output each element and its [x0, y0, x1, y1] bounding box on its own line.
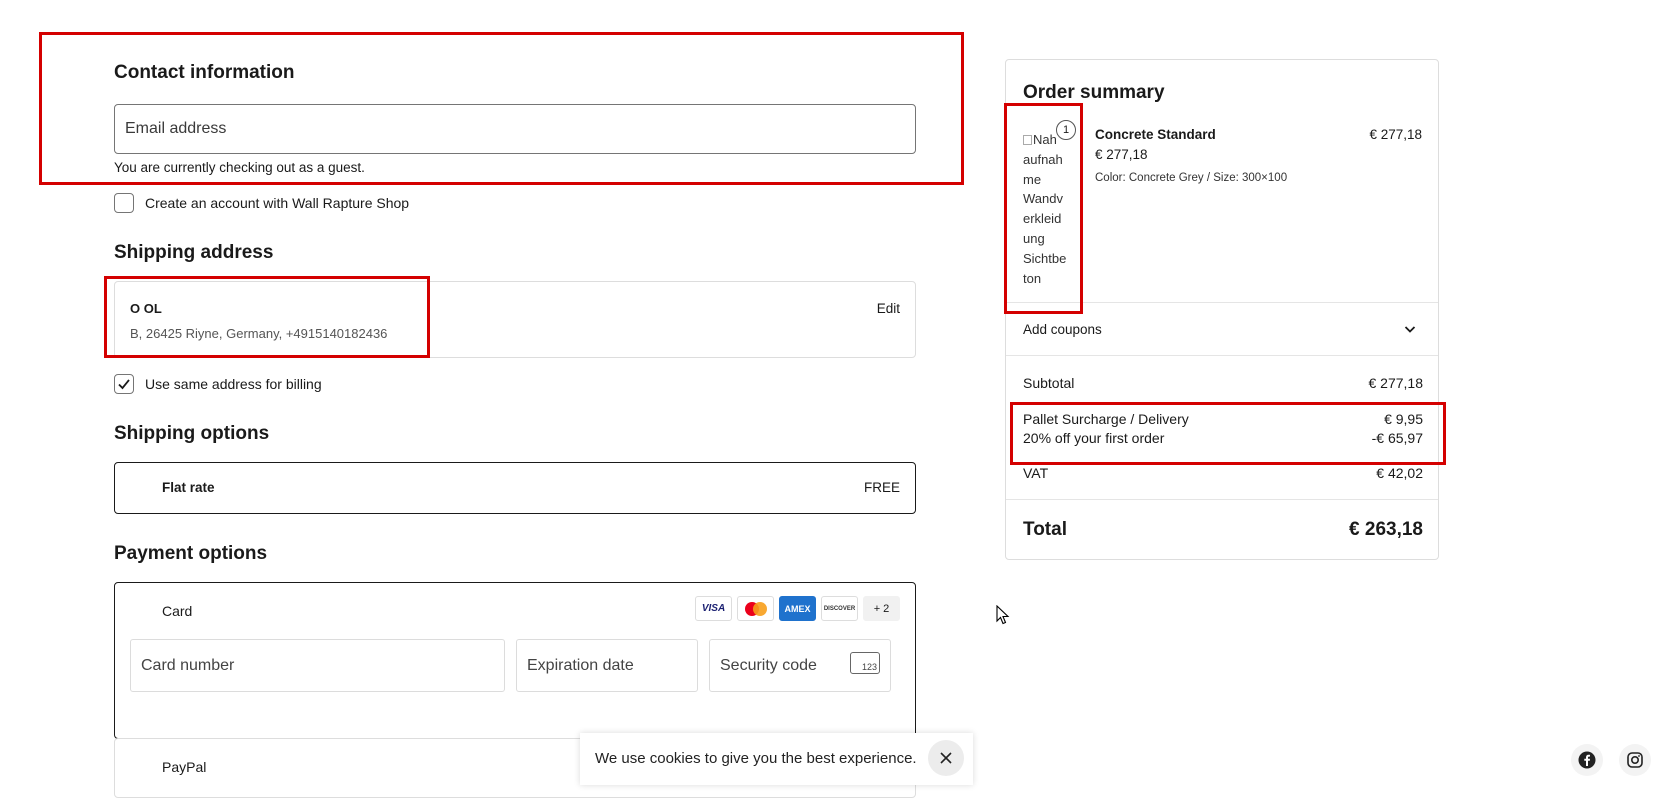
- product-image-alt-line: Wandv: [1023, 191, 1063, 207]
- divider: [1006, 355, 1438, 356]
- add-coupons-label: Add coupons: [1023, 321, 1102, 337]
- pallet-row: Pallet Surcharge / Delivery € 9,95: [1023, 411, 1423, 427]
- discover-icon: DISCOVER: [821, 596, 858, 621]
- more-cards-badge: + 2: [863, 596, 900, 621]
- cookie-banner: We use cookies to give you the best expe…: [580, 733, 973, 785]
- expiration-date-input[interactable]: Expiration date: [516, 639, 698, 692]
- shipping-options-title: Shipping options: [114, 423, 270, 444]
- card-number-placeholder: Card number: [141, 657, 235, 674]
- pallet-label: Pallet Surcharge / Delivery: [1023, 411, 1189, 427]
- payment-card-option[interactable]: Card VISA AMEX DISCOVER + 2 Card number …: [114, 582, 916, 739]
- product-image-alt-line: ton: [1023, 270, 1042, 286]
- contact-title: Contact information: [114, 62, 295, 83]
- subtotal-label: Subtotal: [1023, 375, 1075, 391]
- product-variant: Color: Concrete Grey / Size: 300×100: [1095, 172, 1288, 184]
- card-number-input[interactable]: Card number: [130, 639, 505, 692]
- chevron-down-icon: [1404, 326, 1416, 333]
- security-code-input[interactable]: Security code 123: [709, 639, 891, 692]
- shipping-address-card: O OL B, 26425 Riyne, Germany, +491514018…: [114, 281, 916, 358]
- facebook-link[interactable]: [1571, 744, 1603, 776]
- billing-same-label: Use same address for billing: [145, 376, 322, 392]
- product-line-price: € 277,18: [1369, 127, 1422, 142]
- cvc-icon-text: 123: [861, 662, 877, 672]
- expiration-placeholder: Expiration date: [527, 657, 634, 674]
- check-icon: [118, 379, 130, 390]
- instagram-icon: [1627, 752, 1643, 768]
- product-image-alt-line: Sichtbe: [1023, 250, 1067, 266]
- quantity-badge: 1: [1056, 120, 1076, 140]
- shipping-name: O OL: [130, 301, 162, 316]
- total-value: € 263,18: [1349, 519, 1423, 540]
- discount-value: -€ 65,97: [1371, 430, 1423, 446]
- shipping-method-price: FREE: [863, 480, 900, 495]
- product-image-alt-line: Nah: [1033, 132, 1057, 147]
- cvc-card-icon: 123: [850, 652, 880, 674]
- guest-note: You are currently checking out as a gues…: [114, 160, 365, 175]
- billing-same-checkbox[interactable]: [114, 374, 134, 394]
- cookie-message: We use cookies to give you the best expe…: [595, 750, 917, 767]
- product-image-alt-line: ung: [1023, 230, 1045, 246]
- divider: [1006, 499, 1438, 500]
- total-label: Total: [1023, 519, 1067, 540]
- vat-label: VAT: [1023, 465, 1049, 481]
- paypal-label: PayPal: [162, 759, 207, 775]
- discount-label: 20% off your first order: [1023, 430, 1165, 446]
- shipping-address-line: B, 26425 Riyne, Germany, +4915140182436: [130, 326, 388, 341]
- cookie-close-button[interactable]: [928, 740, 964, 776]
- security-placeholder: Security code: [720, 657, 817, 674]
- product-image-alt-line: erkleid: [1023, 211, 1062, 227]
- product-unit-price: € 277,18: [1095, 147, 1148, 162]
- vat-row: VAT € 42,02: [1023, 465, 1423, 481]
- visa-icon: VISA: [695, 596, 732, 621]
- card-label: Card: [162, 603, 193, 619]
- email-input[interactable]: Email address: [114, 104, 916, 154]
- pallet-value: € 9,95: [1384, 411, 1423, 427]
- product-image-alt-line: me: [1023, 171, 1042, 187]
- vat-value: € 42,02: [1376, 465, 1423, 481]
- create-account-checkbox[interactable]: [114, 193, 134, 213]
- add-coupons-toggle[interactable]: Add coupons: [1023, 303, 1423, 355]
- shipping-method-label: Flat rate: [162, 480, 215, 495]
- mastercard-icon: [737, 596, 774, 621]
- product-name: Concrete Standard: [1095, 127, 1216, 142]
- facebook-icon: [1578, 751, 1596, 769]
- shipping-option-flat-rate[interactable]: Flat rate FREE: [114, 462, 916, 514]
- total-row: Total € 263,18: [1023, 519, 1423, 541]
- payment-options-title: Payment options: [114, 543, 268, 564]
- edit-address-link[interactable]: Edit: [877, 301, 900, 316]
- mouse-cursor-icon: [996, 605, 1010, 625]
- subtotal-value: € 277,18: [1368, 375, 1424, 391]
- amex-icon: AMEX: [779, 596, 816, 621]
- close-icon: [940, 752, 952, 764]
- card-logos: VISA AMEX DISCOVER + 2: [695, 596, 900, 621]
- product-image-alt-line: aufnah: [1023, 151, 1063, 167]
- email-placeholder: Email address: [125, 120, 227, 137]
- broken-image-icon: [1023, 134, 1032, 145]
- product-image: Nah aufnah me Wandv erkleid ung Sichtbe …: [1023, 130, 1073, 288]
- order-summary-title: Order summary: [1023, 82, 1165, 103]
- instagram-link[interactable]: [1619, 744, 1651, 776]
- create-account-label: Create an account with Wall Rapture Shop: [145, 195, 410, 211]
- subtotal-row: Subtotal € 277,18: [1023, 375, 1423, 391]
- discount-row: 20% off your first order -€ 65,97: [1023, 430, 1423, 446]
- order-summary-panel: Order summary Nah aufnah me Wandv erklei…: [1005, 59, 1439, 560]
- shipping-address-title: Shipping address: [114, 242, 274, 263]
